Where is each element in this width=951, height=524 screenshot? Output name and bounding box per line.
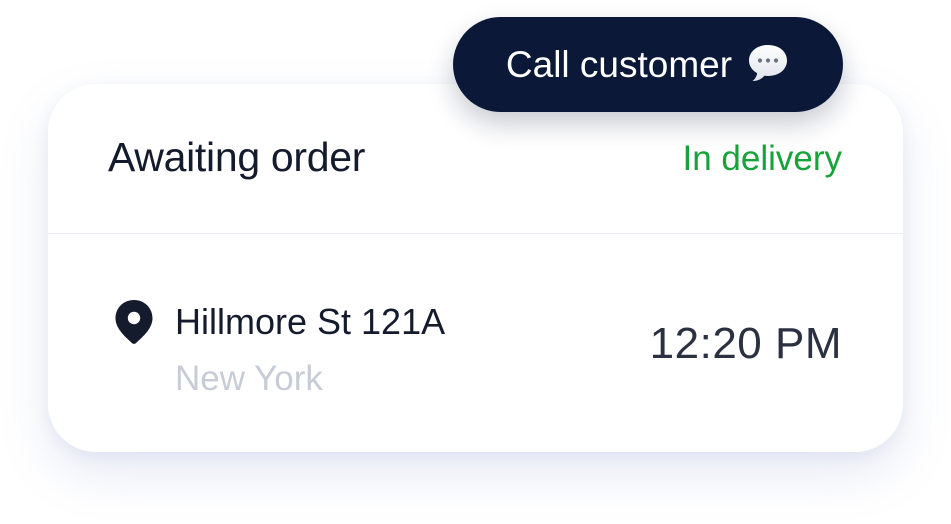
order-widget: Awaiting order In delivery Hillmore St 1…: [0, 0, 951, 524]
call-customer-button[interactable]: Call customer: [453, 17, 843, 112]
delivery-address: Hillmore St 121A: [175, 301, 446, 342]
map-pin-icon: [115, 300, 153, 344]
delivery-city: New York: [175, 359, 323, 398]
speech-bubble-icon: [749, 44, 788, 81]
order-card: Awaiting order In delivery Hillmore St 1…: [48, 84, 903, 452]
call-customer-label: Call customer: [505, 43, 733, 85]
order-title: Awaiting order: [108, 134, 366, 180]
delivery-time: 12:20 PM: [649, 319, 842, 368]
delivery-status: In delivery: [682, 139, 842, 178]
